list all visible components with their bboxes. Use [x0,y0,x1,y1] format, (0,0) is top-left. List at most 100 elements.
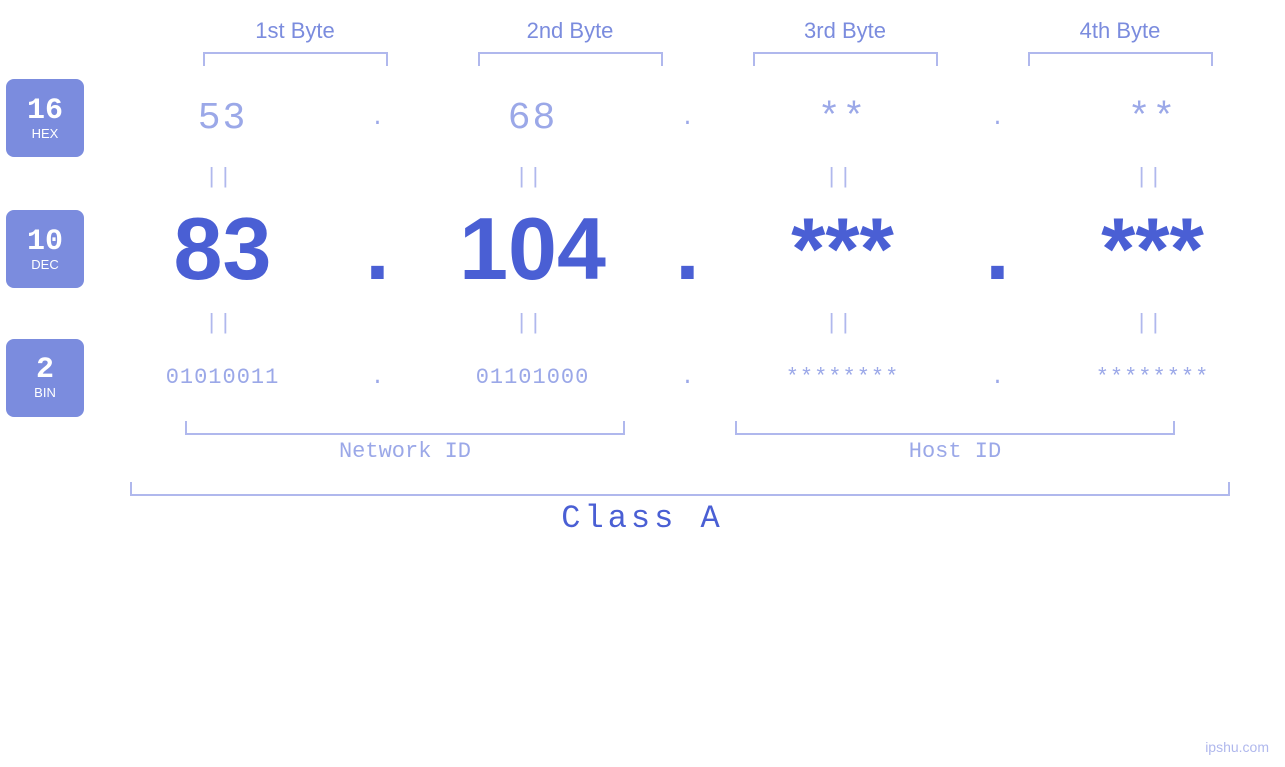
host-bracket-wrapper [680,421,1230,435]
bracket-line-b1 [203,52,388,66]
eq-row-2: || || || || [0,304,1285,340]
dec-sep3: . [975,205,1020,293]
hex-badge-col: 16 HEX [0,79,90,157]
eq2-b4: || [1020,309,1285,335]
bin-badge-col: 2 BIN [0,339,90,417]
eq1-b1-sign: || [209,163,236,189]
class-bracket-row [0,482,1285,496]
eq1-b4: || [1020,163,1285,189]
bin-dot3: . [978,365,1018,390]
eq-row-1: || || || || [0,158,1285,194]
main-container: 1st Byte 2nd Byte 3rd Byte 4th Byte 16 H… [0,0,1285,767]
bottom-brackets [0,421,1285,435]
hex-dot1: . [358,106,398,131]
eq2-b3: || [710,309,975,335]
bracket-b4 [983,50,1258,68]
dec-dot1: . [365,205,389,293]
bin-badge-number: 2 [36,355,54,385]
net-bracket-line [185,421,625,435]
dec-badge-label: DEC [31,257,58,272]
bin-b3-value: ******** [786,365,900,390]
hex-badge-label: HEX [32,126,59,141]
byte4-header: 4th Byte [983,18,1258,44]
hex-data-row: 53 . 68 . ** . ** [90,97,1285,140]
byte1-header: 1st Byte [158,18,433,44]
bin-sep3: . [975,365,1020,390]
dec-sep1: . [355,205,400,293]
bracket-line-b4 [1028,52,1213,66]
hex-b1-value: 53 [198,97,248,140]
dec-b1-cell: 83 [90,205,355,293]
bracket-line-b2 [478,52,663,66]
bin-sep2: . [665,365,710,390]
hex-sep2: . [665,106,710,131]
eq2-b4-sign: || [1139,309,1166,335]
bin-b4-value: ******** [1096,365,1210,390]
bin-dot1: . [358,365,398,390]
hex-sep1: . [355,106,400,131]
dec-b2-value: 104 [459,205,606,293]
eq1-b3-sign: || [829,163,856,189]
dec-b3-value: *** [791,205,894,293]
bin-b2-value: 01101000 [476,365,590,390]
eq1-content: || || || || [90,163,1285,189]
hex-b3-value: ** [818,97,868,140]
watermark: ipshu.com [1205,739,1269,755]
eq2-b2-sign: || [519,309,546,335]
dec-row: 10 DEC 83 . 104 . *** . *** [0,194,1285,304]
eq1-b1: || [90,163,355,189]
hex-b3-cell: ** [710,97,975,140]
bin-b4-cell: ******** [1020,365,1285,390]
dec-b4-value: *** [1101,205,1204,293]
dec-b1-value: 83 [174,205,272,293]
eq2-content: || || || || [90,309,1285,335]
byte3-header: 3rd Byte [708,18,983,44]
dec-badge-number: 10 [27,227,63,257]
hex-b4-cell: ** [1020,97,1285,140]
bin-sep1: . [355,365,400,390]
network-id-label: Network ID [130,439,680,464]
hex-b4-value: ** [1128,97,1178,140]
bin-badge: 2 BIN [6,339,84,417]
hex-badge: 16 HEX [6,79,84,157]
hex-b2-cell: 68 [400,97,665,140]
bin-b2-cell: 01101000 [400,365,665,390]
hex-badge-number: 16 [27,96,63,126]
class-bracket-line [130,482,1230,496]
network-labels-row: Network ID Host ID [0,439,1285,464]
class-label: Class A [561,500,723,537]
eq2-b3-sign: || [829,309,856,335]
bracket-b2 [433,50,708,68]
eq2-b1: || [90,309,355,335]
top-brackets [0,50,1285,68]
eq1-b3: || [710,163,975,189]
hex-row: 16 HEX 53 . 68 . ** . ** [0,78,1285,158]
eq2-b1-sign: || [209,309,236,335]
hex-dot3: . [978,106,1018,131]
bin-badge-label: BIN [34,385,56,400]
hex-sep3: . [975,106,1020,131]
bin-b1-value: 01010011 [166,365,280,390]
bin-data-row: 01010011 . 01101000 . ******** . *******… [90,365,1285,390]
dec-badge: 10 DEC [6,210,84,288]
bin-b3-cell: ******** [710,365,975,390]
bracket-line-b3 [753,52,938,66]
byte-headers: 1st Byte 2nd Byte 3rd Byte 4th Byte [0,18,1285,44]
bracket-b1 [158,50,433,68]
host-bracket-line [735,421,1175,435]
net-bracket-wrapper [130,421,680,435]
hex-dot2: . [668,106,708,131]
bracket-b3 [708,50,983,68]
dec-b2-cell: 104 [400,205,665,293]
dec-data-row: 83 . 104 . *** . *** [90,205,1285,293]
bin-row: 2 BIN 01010011 . 01101000 . ******** . [0,340,1285,415]
class-label-row: Class A [0,500,1285,537]
dec-badge-col: 10 DEC [0,210,90,288]
eq1-b4-sign: || [1139,163,1166,189]
dec-b3-cell: *** [710,205,975,293]
dec-b4-cell: *** [1020,205,1285,293]
hex-b2-value: 68 [508,97,558,140]
dec-sep2: . [665,205,710,293]
eq1-b2: || [400,163,665,189]
byte2-header: 2nd Byte [433,18,708,44]
